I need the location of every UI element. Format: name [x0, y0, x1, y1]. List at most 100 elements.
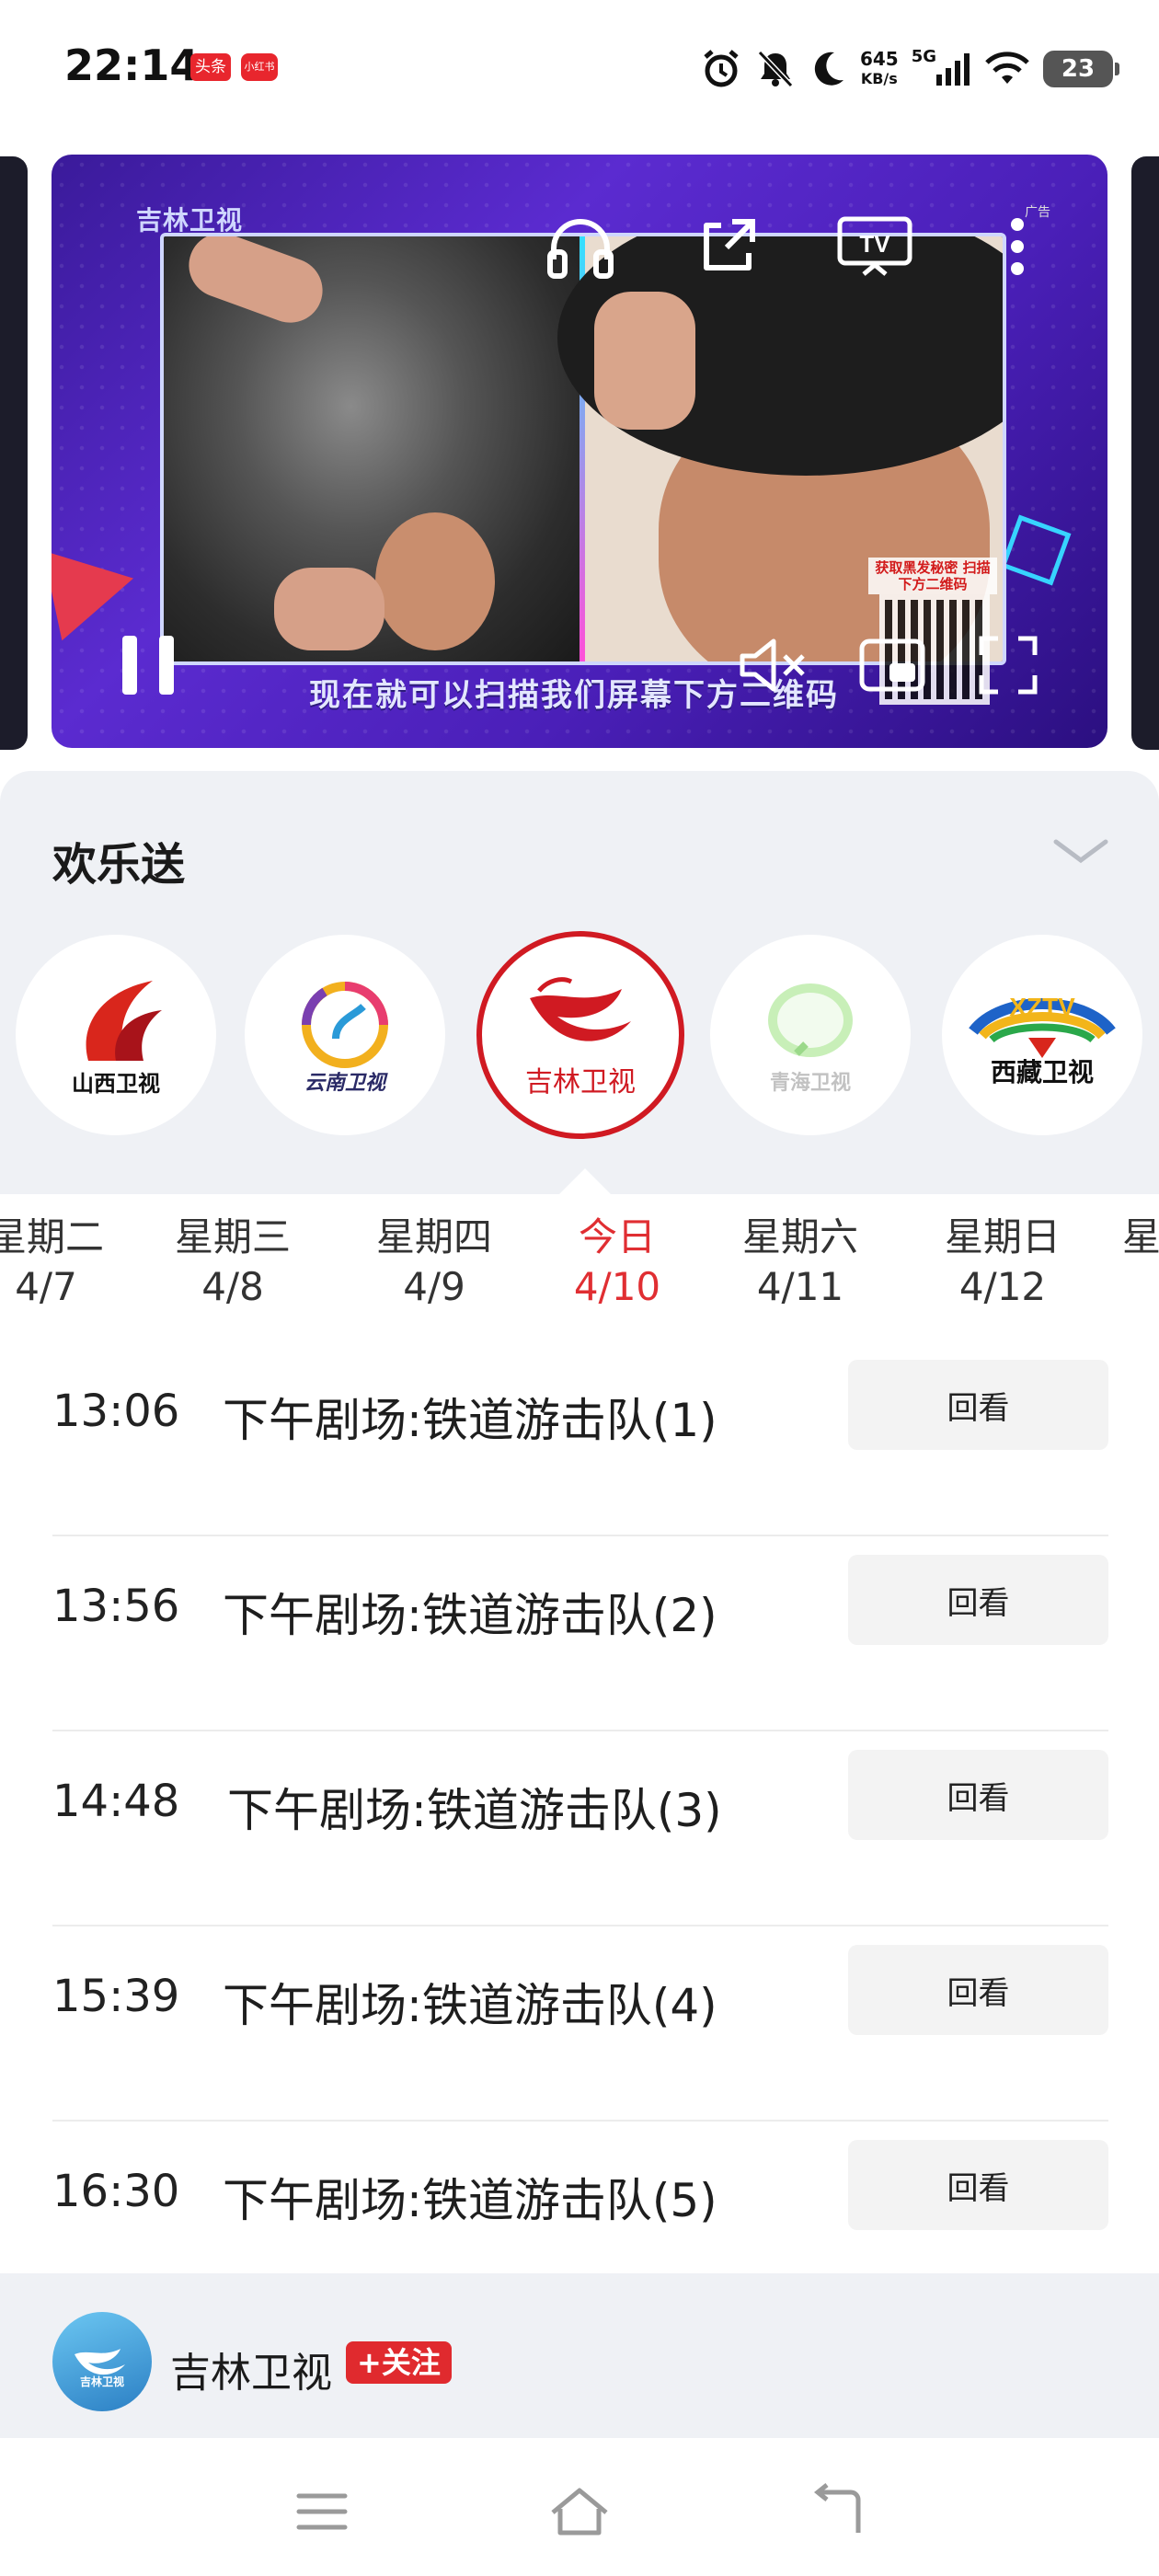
status-bar: 22:14 头条 小红书 645 KB/s 5G 23	[0, 0, 1159, 138]
program-schedule: 13:06 下午剧场:铁道游击队(1) 回看 13:56 下午剧场:铁道游击队(…	[52, 1341, 1108, 2317]
status-icons: 645 KB/s 5G 23	[700, 37, 1119, 101]
signal-icon	[936, 53, 970, 86]
channel-qinghai[interactable]: 青海卫视	[710, 935, 911, 1135]
network-type: 5G	[911, 46, 936, 66]
program-time: 14:48	[52, 1776, 180, 1827]
channel-name: 吉林卫视	[525, 1066, 636, 1098]
channel-name: 青海卫视	[769, 1072, 851, 1095]
video-carousel: 吉林卫视 广告 获取黑发秘密 扫描下方二维码 现在就可以扫描我们屏幕下方二维码 …	[0, 138, 1159, 773]
yunnan-tv-logo-icon	[301, 982, 388, 1068]
more-vertical-icon	[1011, 218, 1024, 275]
jilin-tv-avatar-icon: 吉林卫视	[75, 2349, 125, 2388]
replay-button[interactable]: 回看	[848, 1360, 1108, 1450]
program-time: 15:39	[52, 1971, 180, 2022]
replay-button[interactable]: 回看	[848, 1750, 1108, 1840]
channel-name: 西藏卫视	[990, 1057, 1094, 1087]
program-name: 下午剧场:铁道游击队(1)	[223, 1394, 717, 1447]
day-tab[interactable]: 星期二 4/7	[0, 1213, 120, 1312]
day-tab[interactable]: 星	[1122, 1213, 1159, 1262]
next-channel-card[interactable]	[1131, 156, 1159, 750]
collapse-button[interactable]	[1049, 828, 1113, 874]
date-tabs: 星期二 4/7 星期三 4/8 星期四 4/9 今日 4/10 星期六 4/11 星期日 4…	[0, 1213, 1159, 1323]
svg-text:TV: TV	[859, 230, 890, 258]
do-not-disturb-moon-icon	[814, 52, 843, 86]
program-sheet: 欢乐送 山西卫视 云南卫视 吉林卫视 青海卫视 XZTV 西藏卫视 星期二 4/…	[0, 771, 1159, 2484]
day-tab[interactable]: 星期四 4/9	[361, 1213, 508, 1312]
channel-name[interactable]: 吉林卫视	[170, 2340, 332, 2398]
program-name: 下午剧场:铁道游击队(4)	[223, 1979, 717, 2032]
picture-in-picture-button[interactable]	[852, 628, 935, 702]
system-navigation-bar	[0, 2438, 1159, 2576]
program-time: 16:30	[52, 2166, 180, 2217]
selected-channel-pointer	[559, 1168, 611, 1194]
channel-info-bar: 吉林卫视 吉林卫视 +关注	[0, 2273, 1159, 2439]
back-button[interactable]	[800, 2479, 874, 2544]
mute-button[interactable]	[732, 628, 815, 702]
alarm-icon	[704, 50, 739, 87]
program-time: 13:06	[52, 1386, 180, 1437]
svg-text:XZTV: XZTV	[1009, 993, 1075, 1021]
cast-tv-button[interactable]: TV	[829, 210, 921, 283]
schedule-row: 15:39 下午剧场:铁道游击队(4) 回看	[52, 1926, 1108, 2122]
xiaohongshu-notification-icon: 小红书	[241, 53, 278, 81]
program-name: 下午剧场:铁道游击队(2)	[223, 1589, 717, 1642]
status-time: 22:14	[64, 40, 200, 90]
mute-bell-icon	[757, 50, 794, 88]
back-icon	[813, 2483, 861, 2533]
xizang-tv-logo-icon: XZTV	[969, 993, 1116, 1058]
more-options-button[interactable]	[990, 210, 1045, 283]
video-left-scene	[164, 236, 580, 661]
channel-name: 山西卫视	[72, 1070, 160, 1097]
program-name: 下午剧场:铁道游击队(5)	[223, 2174, 717, 2227]
shanxi-tv-logo-icon	[86, 980, 162, 1061]
schedule-row: 13:56 下午剧场:铁道游击队(2) 回看	[52, 1536, 1108, 1731]
channel-xizang[interactable]: XZTV 西藏卫视	[942, 935, 1142, 1135]
day-tab[interactable]: 星期日 4/12	[929, 1213, 1076, 1312]
pause-button[interactable]	[107, 624, 189, 707]
qr-caption: 获取黑发秘密 扫描下方二维码	[868, 558, 997, 594]
channel-shanxi[interactable]: 山西卫视	[16, 935, 216, 1135]
chevron-down-icon	[1053, 839, 1108, 864]
day-tab[interactable]: 星期三 4/8	[159, 1213, 306, 1312]
replay-button[interactable]: 回看	[848, 2140, 1108, 2230]
svg-text:吉林卫视: 吉林卫视	[80, 2375, 124, 2388]
day-tab[interactable]: 星期六 4/11	[727, 1213, 874, 1312]
channel-selector-panel: 欢乐送 山西卫视 云南卫视 吉林卫视 青海卫视 XZTV 西藏卫视	[0, 771, 1159, 1194]
current-program-title: 欢乐送	[52, 839, 186, 891]
fullscreen-button[interactable]	[967, 628, 1050, 702]
channel-yunnan[interactable]: 云南卫视	[245, 935, 445, 1135]
channel-jilin[interactable]: 吉林卫视	[476, 931, 684, 1139]
jilin-tv-logo-icon	[530, 977, 631, 1041]
headphones-icon	[547, 219, 614, 279]
previous-channel-card[interactable]	[0, 156, 28, 750]
video-player[interactable]: 吉林卫视 广告 获取黑发秘密 扫描下方二维码 现在就可以扫描我们屏幕下方二维码 …	[52, 155, 1107, 748]
network-speed: 645 KB/s	[859, 48, 899, 87]
menu-icon	[296, 2493, 348, 2530]
program-name: 下午剧场:铁道游击队(3)	[227, 1784, 722, 1837]
tv-cast-icon: TV	[837, 216, 912, 276]
volume-muted-icon	[740, 638, 805, 692]
follow-button[interactable]: +关注	[346, 2341, 452, 2384]
channel-watermark: 吉林卫视	[136, 205, 244, 236]
schedule-row: 14:48 下午剧场:铁道游击队(3) 回看	[52, 1731, 1108, 1926]
toutiao-notification-icon: 头条	[190, 53, 231, 81]
pause-icon	[122, 636, 174, 695]
schedule-row: 13:06 下午剧场:铁道游击队(1) 回看	[52, 1341, 1108, 1536]
battery-indicator: 23	[1043, 51, 1119, 87]
program-time: 13:56	[52, 1581, 180, 1632]
channel-avatar[interactable]: 吉林卫视	[52, 2312, 152, 2411]
share-icon	[704, 219, 755, 270]
share-button[interactable]	[686, 210, 769, 283]
recents-button[interactable]	[285, 2479, 359, 2544]
audio-only-button[interactable]	[539, 210, 622, 283]
replay-button[interactable]: 回看	[848, 1945, 1108, 2035]
wifi-icon	[985, 52, 1029, 84]
channel-name: 云南卫视	[304, 1072, 385, 1095]
pip-icon	[859, 638, 925, 692]
qinghai-tv-logo-icon	[768, 983, 853, 1057]
replay-button[interactable]: 回看	[848, 1555, 1108, 1645]
day-tab-today[interactable]: 今日 4/10	[544, 1213, 691, 1312]
home-button[interactable]	[543, 2479, 616, 2544]
fullscreen-icon	[979, 636, 1038, 695]
home-icon	[551, 2488, 608, 2536]
